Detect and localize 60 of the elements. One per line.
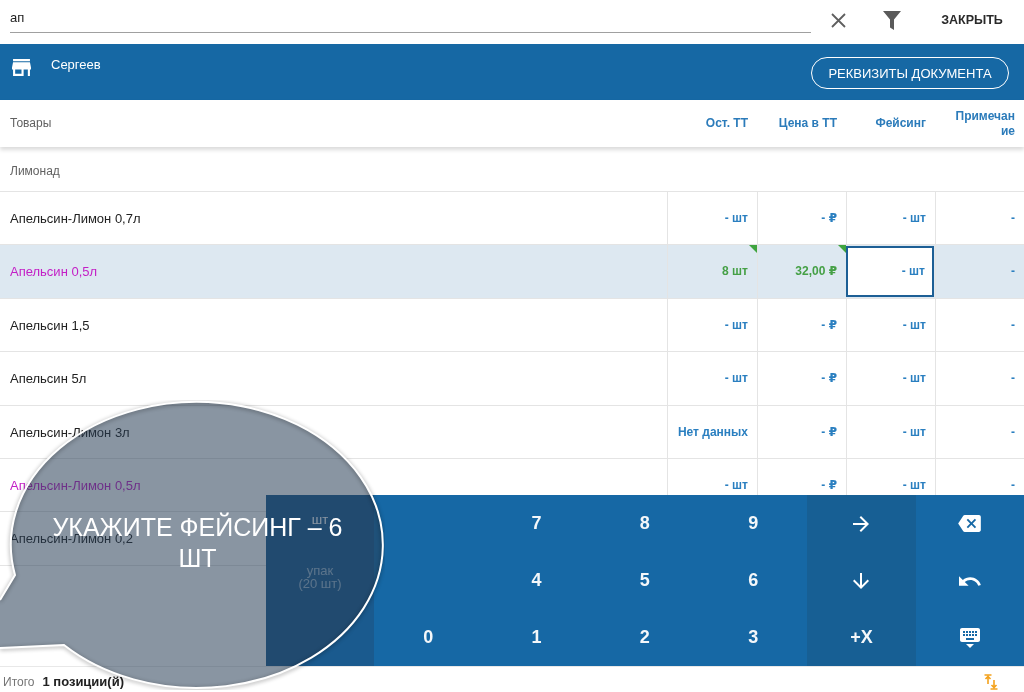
column-header: Товары — [10, 116, 52, 131]
stock-cell[interactable]: - шт — [667, 192, 757, 245]
digit-key[interactable]: 4 — [482, 552, 591, 609]
keyboard-icon — [959, 627, 980, 648]
digit-key[interactable]: 2 — [590, 609, 699, 666]
search-field[interactable]: ап — [10, 0, 811, 33]
column-header: Ост. ТТ — [705, 116, 748, 131]
product-name: Апельсин-Лимон 0,7л — [10, 211, 141, 226]
digit-key[interactable]: 9 — [699, 495, 808, 552]
store-name: Сергеев — [51, 57, 101, 72]
digit-key[interactable]: 1 — [482, 609, 591, 666]
column-header: Цена в ТТ — [778, 116, 837, 131]
stock-cell[interactable]: 8 шт — [667, 245, 757, 298]
price-cell[interactable]: - ₽ — [757, 352, 846, 405]
total-count: 1 позиции(й) — [42, 674, 124, 689]
facing-cell[interactable]: - шт — [846, 246, 934, 297]
facing-cell[interactable]: - шт — [846, 192, 935, 245]
facing-cell[interactable]: - шт — [846, 405, 935, 458]
arrow-right-icon — [853, 515, 870, 532]
stock-cell[interactable]: - шт — [667, 352, 757, 405]
digit-key[interactable]: 7 — [482, 495, 591, 552]
unit-key[interactable]: шт — [311, 513, 329, 526]
table-row[interactable]: Апельсин 1,5 - шт - ₽ - шт - — [0, 298, 1024, 353]
column-header: Примечание — [954, 108, 1015, 139]
column-header: Фейсинг — [875, 116, 926, 131]
corner-marker-icon — [838, 245, 846, 254]
price-cell[interactable]: - ₽ — [757, 192, 846, 245]
close-icon — [830, 12, 846, 28]
sort-icon — [984, 673, 998, 690]
backspace-icon — [958, 515, 982, 532]
note-cell[interactable]: - — [935, 352, 1024, 405]
note-cell[interactable]: - — [935, 298, 1024, 352]
product-name: Апельсин 1,5 — [10, 317, 90, 333]
total-label: Итого — [3, 674, 35, 689]
arrow-down-icon — [853, 572, 870, 589]
note-cell[interactable]: - — [935, 245, 1024, 298]
corner-marker-icon — [749, 245, 757, 254]
multiply-key[interactable]: +X — [807, 609, 916, 666]
table-row[interactable]: Апельсин 5л - шт - ₽ - шт - — [0, 352, 1024, 406]
digit-key[interactable]: 6 — [699, 552, 808, 609]
stock-cell[interactable]: Нет данных — [667, 405, 757, 458]
product-name: Апельсин 0,5л — [10, 264, 98, 280]
store-icon — [12, 59, 31, 76]
digit-key[interactable]: 3 — [699, 609, 808, 666]
digit-key[interactable]: 0 — [374, 609, 483, 666]
note-cell[interactable]: - — [935, 405, 1024, 458]
filter-icon — [883, 10, 901, 30]
facing-cell[interactable]: - шт — [846, 352, 935, 405]
price-cell[interactable]: - ₽ — [757, 298, 846, 352]
digit-key[interactable]: 8 — [590, 495, 699, 552]
undo-icon — [958, 575, 981, 586]
note-cell[interactable]: - — [935, 192, 1024, 245]
facing-cell[interactable]: - шт — [846, 298, 935, 352]
table-row[interactable]: Апельсин-Лимон 0,7л - шт - ₽ - шт - — [0, 192, 1024, 246]
product-name: Апельсин 5л — [10, 371, 87, 387]
close-button[interactable]: ЗАКРЫТЬ — [930, 0, 1014, 40]
stock-cell[interactable]: - шт — [667, 298, 757, 352]
digit-key[interactable]: 5 — [590, 552, 699, 609]
table-row[interactable]: Апельсин 0,5л 8 шт 32,00 ₽ - шт - — [0, 245, 1024, 299]
price-cell[interactable]: - ₽ — [757, 405, 846, 458]
